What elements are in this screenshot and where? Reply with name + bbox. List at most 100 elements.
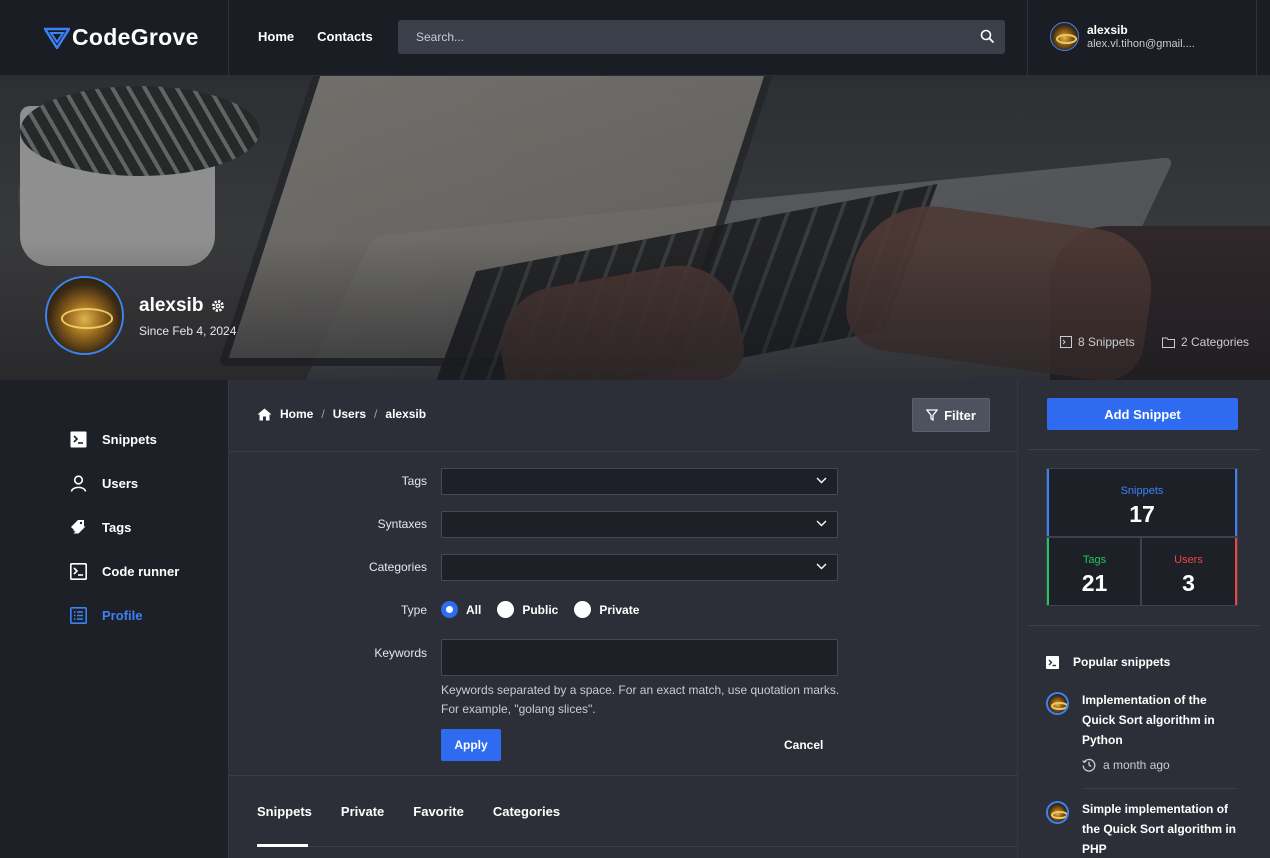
keywords-label: Keywords <box>374 646 427 660</box>
sidebar-item-tags[interactable]: Tags <box>70 519 131 536</box>
header-divider <box>1027 0 1028 76</box>
tags-label: Tags <box>401 474 427 488</box>
stat-users: Users 3 <box>1142 538 1237 605</box>
popular-snippets-heading: Popular snippets <box>1046 655 1170 669</box>
main-panel: Home / Users / alexsib Filter Tags Synta… <box>228 380 1019 858</box>
codegrove-logo-icon <box>44 27 70 49</box>
tags-icon <box>71 520 86 534</box>
divider <box>1028 449 1260 450</box>
brand-logo[interactable]: CodeGrove <box>44 24 199 51</box>
popular-snippets-title: Popular snippets <box>1073 655 1171 669</box>
stat-tags-value: 21 <box>1081 570 1108 596</box>
add-snippet-button[interactable]: Add Snippet <box>1047 398 1238 430</box>
radio-all[interactable] <box>441 601 458 618</box>
radio-all-label: All <box>466 602 482 617</box>
tab-private[interactable]: Private <box>341 804 384 819</box>
avatar <box>1046 692 1069 715</box>
header-divider <box>1256 0 1257 76</box>
filter-icon <box>926 409 939 421</box>
radio-private-label: Private <box>599 602 640 617</box>
chevron-down-icon <box>816 563 827 570</box>
profile-avatar <box>45 276 124 355</box>
stat-snippets-value: 17 <box>1129 501 1155 527</box>
keywords-hint: Keywords separated by a space. For an ex… <box>441 683 840 716</box>
sidebar-item-code-runner[interactable]: Code runner <box>70 563 179 580</box>
folder-icon <box>1162 337 1175 348</box>
divider <box>1028 625 1260 626</box>
active-tab-indicator <box>257 844 308 847</box>
sidebar-item-label: Tags <box>102 520 132 535</box>
home-icon <box>257 408 272 420</box>
tab-categories[interactable]: Categories <box>493 804 560 819</box>
categories-count-label: 2 Categories <box>1181 335 1250 349</box>
terminal-icon <box>70 431 87 448</box>
brand-name: CodeGrove <box>72 24 199 50</box>
cancel-button[interactable]: Cancel <box>784 738 823 752</box>
snippets-count-label: 8 Snippets <box>1078 335 1135 349</box>
radio-public[interactable] <box>497 601 515 618</box>
list-icon <box>70 607 87 624</box>
stat-tags: Tags 21 <box>1047 538 1140 605</box>
settings-gear-icon[interactable] <box>211 299 225 313</box>
nav-home[interactable]: Home <box>258 29 294 44</box>
categories-count: 2 Categories <box>1162 335 1249 349</box>
search-input[interactable] <box>398 20 1005 54</box>
divider <box>1083 788 1237 789</box>
snippets-count: 8 Snippets <box>1060 335 1135 349</box>
sidebar-item-label: Snippets <box>102 432 157 447</box>
breadcrumb: Home / Users / alexsib <box>257 407 426 421</box>
apply-button[interactable]: Apply <box>441 729 501 761</box>
snippet-tabs: Snippets Private Favorite Categories <box>257 804 560 819</box>
popular-snippet-item[interactable]: Simple implementation of the Quick Sort … <box>1046 799 1237 858</box>
sidebar-item-users[interactable]: Users <box>70 475 138 492</box>
syntaxes-select[interactable] <box>441 511 838 538</box>
popular-snippet-title[interactable]: Implementation of the Quick Sort algorit… <box>1082 690 1237 750</box>
history-clock-icon <box>1082 758 1096 772</box>
sidebar-item-label: Users <box>102 476 139 491</box>
radio-private[interactable] <box>574 601 592 618</box>
user-email: alex.vl.tihon@gmail.... <box>1087 38 1195 50</box>
stat-tags-label: Tags <box>1082 554 1107 566</box>
keywords-input[interactable] <box>441 639 838 676</box>
stat-snippets-label: Snippets <box>1120 485 1164 497</box>
terminal-icon <box>1060 336 1072 348</box>
sidebar-item-snippets[interactable]: Snippets <box>70 431 157 448</box>
divider <box>229 451 1019 452</box>
filter-button-label: Filter <box>944 407 976 423</box>
tags-select[interactable] <box>441 468 838 495</box>
popular-snippet-item[interactable]: Implementation of the Quick Sort algorit… <box>1046 690 1237 775</box>
syntaxes-label: Syntaxes <box>377 517 427 531</box>
stats-grid: Snippets 17 Tags 21 Users 3 <box>1046 468 1238 606</box>
popular-snippet-time: a month ago <box>1082 755 1237 775</box>
categories-select[interactable] <box>441 554 838 581</box>
popular-snippet-title[interactable]: Simple implementation of the Quick Sort … <box>1082 799 1237 858</box>
user-menu[interactable]: alexsib alex.vl.tihon@gmail.... <box>1050 22 1195 51</box>
nav-contacts[interactable]: Contacts <box>317 29 373 44</box>
type-radio-group: All Public Private <box>441 601 639 618</box>
sidebar-item-profile[interactable]: Profile <box>70 607 142 624</box>
breadcrumb-current: alexsib <box>385 407 427 421</box>
member-since: Since Feb 4, 2024 <box>139 324 237 338</box>
profile-name: alexsib <box>139 295 204 316</box>
breadcrumb-users[interactable]: Users <box>333 407 366 421</box>
main-nav: Home Contacts <box>258 29 373 44</box>
tab-snippets[interactable]: Snippets <box>257 804 312 819</box>
filter-button[interactable]: Filter <box>912 398 990 432</box>
stat-users-label: Users <box>1174 554 1203 566</box>
terminal-icon <box>1046 655 1059 669</box>
right-sidebar: Add Snippet Snippets 17 Tags 21 Users 3 … <box>1018 380 1270 858</box>
sidebar-item-label: Profile <box>102 608 143 623</box>
user-name: alexsib <box>1087 23 1128 37</box>
tab-favorite[interactable]: Favorite <box>413 804 464 819</box>
stat-users-value: 3 <box>1182 570 1195 596</box>
sidebar-item-label: Code runner <box>102 564 180 579</box>
user-icon <box>70 475 87 492</box>
header-divider <box>228 0 229 76</box>
left-sidebar: Snippets Users Tags Code runner Profile <box>0 380 228 858</box>
radio-public-label: Public <box>522 602 559 617</box>
divider <box>229 775 1019 776</box>
chevron-down-icon <box>816 477 827 484</box>
stat-snippets: Snippets 17 <box>1047 469 1237 536</box>
breadcrumb-home[interactable]: Home <box>280 407 313 421</box>
search-icon[interactable] <box>980 29 995 44</box>
